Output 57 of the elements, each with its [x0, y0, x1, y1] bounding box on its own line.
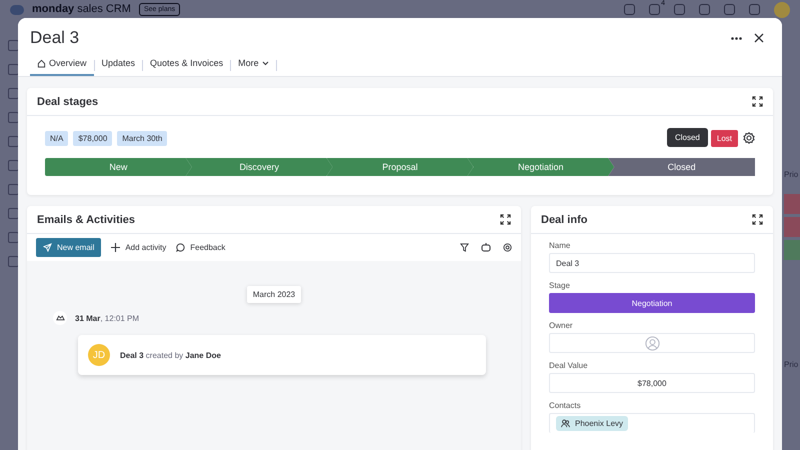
user-avatar: JD [88, 344, 110, 366]
stage-step[interactable]: Negotiation [467, 158, 614, 176]
tab[interactable]: Updates [94, 54, 142, 76]
priority-cell [784, 217, 800, 237]
stage-step[interactable]: Closed [608, 158, 755, 176]
expand-icon[interactable] [500, 214, 511, 225]
robot-icon[interactable] [481, 243, 491, 252]
stage-step[interactable]: Discovery [186, 158, 333, 176]
people-icon [561, 419, 570, 428]
priority-cell [784, 194, 800, 214]
owner-field[interactable] [549, 333, 755, 353]
expand-icon[interactable] [752, 214, 763, 225]
card-title: Deal info [541, 214, 588, 226]
card-title: Emails & Activities [37, 214, 136, 226]
add-activity-button[interactable]: Add activity [111, 243, 166, 252]
caret-icon [262, 60, 269, 66]
home-icon [37, 58, 46, 68]
field-label: Owner [549, 321, 574, 330]
stage-status[interactable]: Negotiation [549, 293, 755, 313]
column-header: Prio [784, 170, 800, 179]
tab[interactable]: More [231, 54, 276, 76]
chat-icon [176, 243, 186, 252]
app-logo: monday sales CRM [32, 3, 131, 16]
send-icon [43, 243, 52, 252]
deal-tag: N/A [45, 130, 68, 146]
expand-icon[interactable] [752, 96, 763, 107]
card-title: Deal stages [37, 96, 98, 108]
field-label: Contacts [549, 401, 582, 410]
activity-text: Deal 3 created by Jane Doe [120, 350, 221, 360]
tab[interactable]: Overview [30, 54, 94, 76]
plus-icon [111, 243, 120, 252]
contact-chip[interactable]: Phoenix Levy [556, 416, 628, 431]
tab[interactable]: Quotes & Invoices [143, 54, 230, 76]
deal-value-field[interactable]: $78,000 [549, 373, 755, 393]
deal-tag: $78,000 [73, 130, 112, 146]
priority-cell [784, 240, 800, 260]
settings-icon[interactable] [743, 132, 755, 144]
filter-icon[interactable] [460, 243, 469, 252]
field-label: Stage [549, 281, 571, 290]
entry-date: 31 Mar, 12:01 PM [75, 314, 140, 322]
new-email-button[interactable]: New email [36, 238, 102, 257]
lost-button[interactable]: Lost [710, 130, 738, 146]
stage-step[interactable]: New [45, 158, 192, 176]
tooltip: Closed [666, 128, 708, 146]
column-header: Prio [784, 360, 800, 369]
logo-icon [10, 4, 24, 14]
name-field[interactable]: Deal 3 [549, 253, 755, 273]
stage-step[interactable]: Proposal [326, 158, 474, 176]
settings-icon[interactable] [503, 243, 512, 252]
deal-tag: March 30th [117, 130, 168, 146]
close-icon [754, 33, 764, 43]
window-title: Deal 3 [30, 28, 80, 48]
field-label: Name [549, 241, 572, 250]
more-icon [731, 36, 742, 40]
feedback-button[interactable]: Feedback [176, 243, 226, 252]
field-label: Deal Value [549, 361, 589, 370]
month-label: March 2023 [246, 286, 302, 303]
